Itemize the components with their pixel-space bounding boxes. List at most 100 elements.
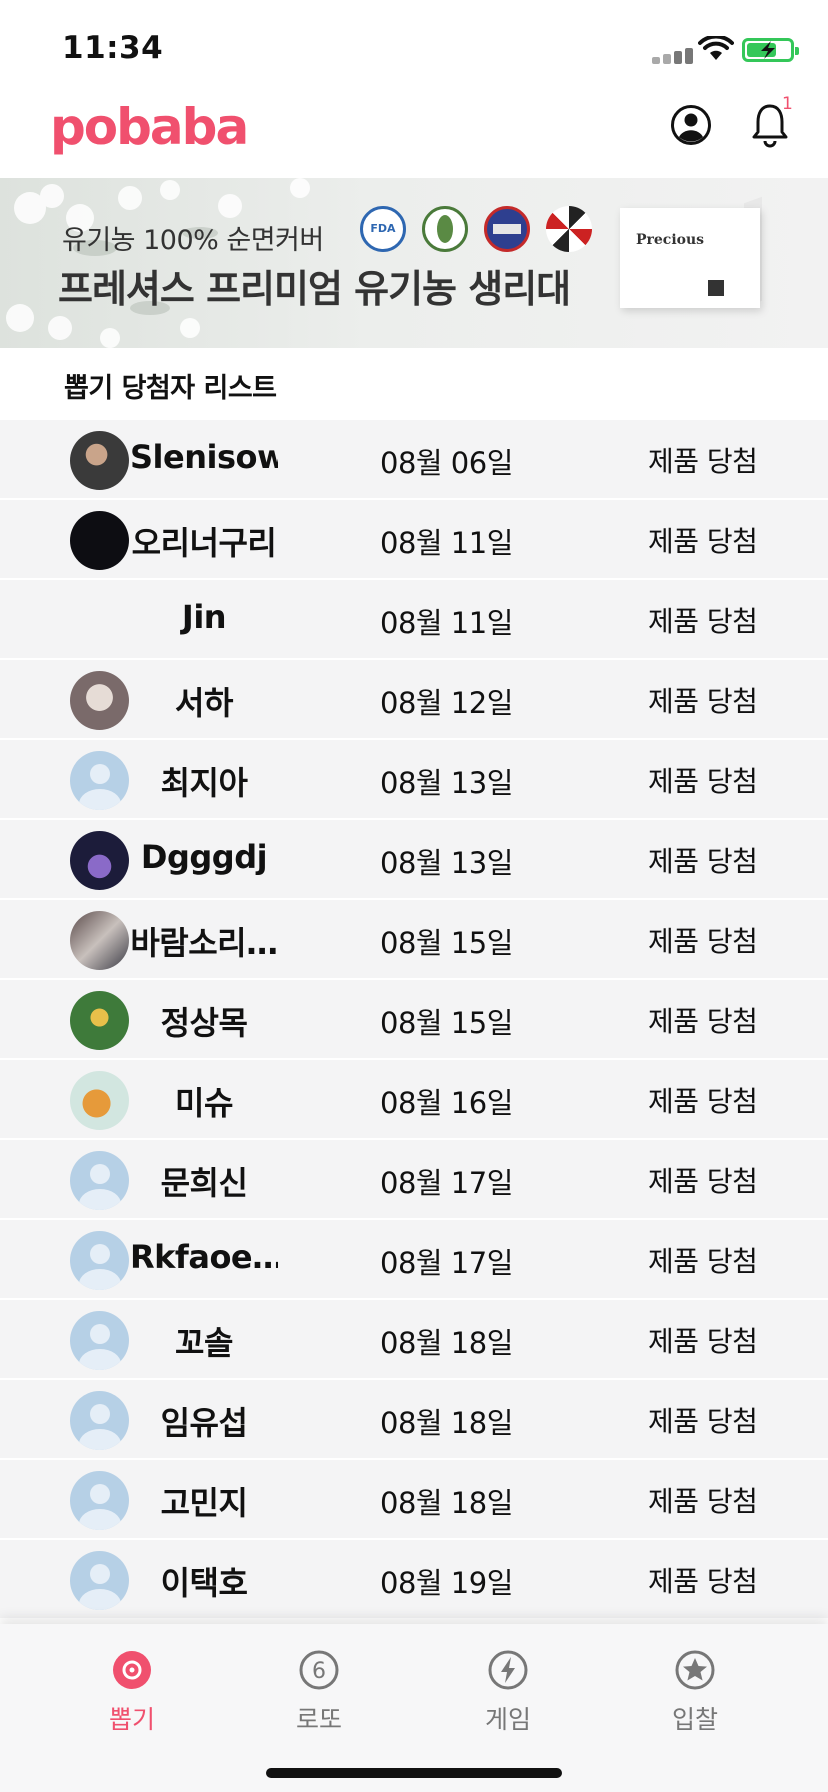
avatar [70, 1471, 129, 1530]
winner-name: 꼬솔 [175, 1324, 233, 1362]
list-item[interactable]: 정상목 08월 15일 제품 당첨 [0, 980, 828, 1060]
win-date: 08월 19일 [380, 1566, 513, 1600]
winner-name: Rkfaoe… [130, 1238, 278, 1276]
usda-organic-badge-icon [484, 206, 530, 252]
winner-name: 정상목 [160, 1004, 248, 1042]
tab-game[interactable]: 게임 [448, 1650, 568, 1740]
avatar [70, 1151, 129, 1210]
tab-lotto[interactable]: 6 로또 [259, 1650, 379, 1740]
winner-name: Jin [181, 598, 227, 636]
list-item[interactable]: 고민지 08월 18일 제품 당첨 [0, 1460, 828, 1540]
list-item[interactable]: 바람소리… 08월 15일 제품 당첨 [0, 900, 828, 980]
win-date: 08월 12일 [380, 686, 513, 720]
svg-text:6: 6 [312, 1659, 326, 1684]
list-item[interactable]: Jin 08월 11일 제품 당첨 [0, 580, 828, 660]
winner-name: 오리너구리 [131, 524, 277, 562]
winner-name: 서하 [175, 684, 233, 722]
win-result: 제품 당첨 [648, 1245, 758, 1278]
avatar [70, 1551, 129, 1610]
win-date: 08월 18일 [380, 1326, 513, 1360]
avatar [70, 511, 129, 570]
win-result: 제품 당첨 [648, 845, 758, 878]
promo-banner[interactable]: 유기농 100% 순면커버 프레셔스 프리미엄 유기농 생리대 FDA Prec… [0, 178, 828, 348]
win-result: 제품 당첨 [648, 445, 758, 478]
fda-badge-icon: FDA [360, 206, 406, 252]
banner-subtitle: 유기농 100% 순면커버 [62, 225, 324, 256]
list-item[interactable]: 서하 08월 12일 제품 당첨 [0, 660, 828, 740]
win-result: 제품 당첨 [648, 525, 758, 558]
list-item[interactable]: 문희신 08월 17일 제품 당첨 [0, 1140, 828, 1220]
win-date: 08월 15일 [380, 926, 513, 960]
winner-name: 미슈 [175, 1084, 233, 1122]
lightning-icon [488, 1650, 528, 1690]
avatar [70, 591, 129, 650]
bottom-tab-bar: 뽑기 6 로또 게임 입찰 [0, 1624, 828, 1792]
list-item[interactable]: 오리너구리 08월 11일 제품 당첨 [0, 500, 828, 580]
wifi-icon [698, 36, 734, 60]
winner-name: 고민지 [160, 1484, 248, 1522]
win-date: 08월 17일 [380, 1166, 513, 1200]
notification-count-badge: 1 [782, 94, 793, 114]
draw-disc-icon [113, 1651, 151, 1689]
winners-list: Slenisow 08월 06일 제품 당첨 오리너구리 08월 11일 제품 당첨 Jin… [0, 420, 828, 1620]
battery-icon [742, 38, 799, 62]
tab-draw-label: 뽑기 [108, 1705, 155, 1734]
winner-name: 최지아 [160, 764, 248, 802]
win-date: 08월 16일 [380, 1086, 513, 1120]
app-header: pobaba 1 [0, 92, 828, 178]
tab-draw[interactable]: 뽑기 [72, 1650, 192, 1740]
win-result: 제품 당첨 [648, 685, 758, 718]
list-item[interactable]: Slenisow 08월 06일 제품 당첨 [0, 420, 828, 500]
win-result: 제품 당첨 [648, 925, 758, 958]
win-date: 08월 13일 [380, 846, 513, 880]
list-item[interactable]: Dgggdj 08월 13일 제품 당첨 [0, 820, 828, 900]
avatar [70, 1071, 129, 1130]
avatar [70, 671, 129, 730]
win-result: 제품 당첨 [648, 605, 758, 638]
product-box-label: Precious [636, 232, 705, 248]
lotto-ball-icon: 6 [299, 1650, 339, 1690]
cellular-signal-icon [652, 46, 694, 64]
tab-bid[interactable]: 입찰 [635, 1650, 755, 1740]
star-icon [675, 1650, 715, 1690]
win-result: 제품 당첨 [648, 1405, 758, 1438]
list-item[interactable]: Rkfaoe… 08월 17일 제품 당첨 [0, 1220, 828, 1300]
list-item[interactable]: 최지아 08월 13일 제품 당첨 [0, 740, 828, 820]
product-box-image [620, 208, 760, 308]
profile-icon[interactable] [670, 104, 712, 146]
product-box-mark [708, 280, 724, 296]
status-bar: 11:34 [0, 0, 828, 92]
winner-name: Dgggdj [140, 838, 268, 876]
avatar [70, 911, 129, 970]
win-result: 제품 당첨 [648, 1085, 758, 1118]
win-result: 제품 당첨 [648, 1485, 758, 1518]
win-date: 08월 06일 [380, 446, 513, 480]
list-item[interactable]: 꼬솔 08월 18일 제품 당첨 [0, 1300, 828, 1380]
pobaba-logo[interactable]: pobaba [50, 98, 249, 156]
winner-name: 임유섭 [160, 1404, 248, 1442]
eco-cert-badge-icon [546, 206, 592, 252]
winner-name: 바람소리… [130, 924, 278, 962]
winners-list-title: 뽑기 당첨자 리스트 [64, 373, 277, 404]
avatar [70, 1391, 129, 1450]
win-date: 08월 18일 [380, 1486, 513, 1520]
list-item[interactable]: 미슈 08월 16일 제품 당첨 [0, 1060, 828, 1140]
win-date: 08월 11일 [380, 526, 513, 560]
avatar [70, 1231, 129, 1290]
avatar [70, 431, 129, 490]
tab-bid-label: 입찰 [671, 1705, 718, 1734]
avatar [70, 1311, 129, 1370]
tab-lotto-label: 로또 [295, 1705, 342, 1734]
avatar [70, 991, 129, 1050]
avatar [70, 751, 129, 810]
winner-name: Slenisow [130, 438, 278, 476]
win-date: 08월 15일 [380, 1006, 513, 1040]
win-result: 제품 당첨 [648, 1165, 758, 1198]
list-item[interactable]: 임유섭 08월 18일 제품 당첨 [0, 1380, 828, 1460]
list-item[interactable]: 이택호 08월 19일 제품 당첨 [0, 1540, 828, 1620]
home-indicator[interactable] [266, 1768, 562, 1778]
win-date: 08월 18일 [380, 1406, 513, 1440]
avatar [70, 831, 129, 890]
win-result: 제품 당첨 [648, 765, 758, 798]
banner-title: 프레셔스 프리미엄 유기농 생리대 [58, 267, 571, 311]
